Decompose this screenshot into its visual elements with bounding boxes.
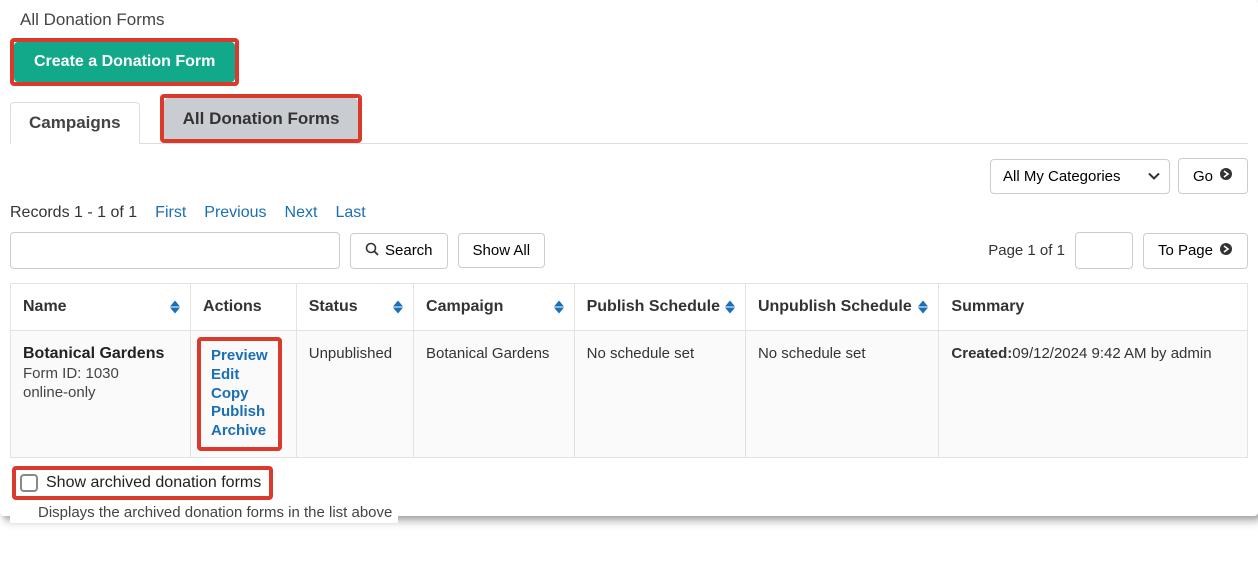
form-id: Form ID: 1030	[23, 365, 178, 382]
show-archived-checkbox[interactable]	[20, 474, 38, 492]
show-all-button[interactable]: Show All	[458, 233, 546, 268]
sort-icon	[393, 301, 403, 314]
records-count: Records 1 - 1 of 1	[10, 204, 137, 222]
arrow-circle-right-icon	[1219, 242, 1233, 260]
col-actions-label: Actions	[203, 298, 262, 315]
highlight-create: Create a Donation Form	[10, 38, 239, 86]
cell-campaign: Botanical Gardens	[414, 331, 575, 458]
pager-last[interactable]: Last	[335, 204, 365, 222]
pager-previous[interactable]: Previous	[204, 204, 266, 222]
form-name: Botanical Gardens	[23, 345, 178, 363]
col-status[interactable]: Status	[296, 284, 413, 331]
arrow-circle-right-icon	[1219, 167, 1233, 185]
col-unpublish[interactable]: Unpublish Schedule	[745, 284, 938, 331]
col-actions: Actions	[191, 284, 297, 331]
col-name[interactable]: Name	[11, 284, 191, 331]
to-page-label: To Page	[1158, 242, 1213, 259]
col-unpublish-label: Unpublish Schedule	[758, 298, 912, 315]
search-icon	[365, 242, 379, 260]
pager-first[interactable]: First	[155, 204, 186, 222]
tabs: Campaigns All Donation Forms	[10, 94, 1248, 144]
cell-summary: Created:09/12/2024 9:42 AM by admin	[939, 331, 1248, 458]
highlight-show-archived: Show archived donation forms	[12, 466, 273, 500]
col-summary: Summary	[939, 284, 1248, 331]
show-archived-desc: Displays the archived donation forms in …	[38, 504, 392, 521]
page-info: Page 1 of 1	[988, 242, 1065, 259]
search-button[interactable]: Search	[350, 233, 448, 269]
col-name-label: Name	[23, 298, 67, 315]
table-row: Botanical Gardens Form ID: 1030 online-o…	[11, 331, 1248, 458]
tab-all-donation-forms[interactable]: All Donation Forms	[164, 98, 359, 139]
category-select[interactable]: All My Categories	[990, 159, 1170, 194]
col-campaign[interactable]: Campaign	[414, 284, 575, 331]
sort-icon	[725, 301, 735, 314]
action-archive[interactable]: Archive	[211, 422, 268, 441]
search-input[interactable]	[10, 232, 340, 269]
cell-status: Unpublished	[296, 331, 413, 458]
tab-campaigns[interactable]: Campaigns	[10, 102, 140, 144]
col-summary-label: Summary	[951, 298, 1024, 315]
col-publish-label: Publish Schedule	[587, 298, 720, 315]
form-channel: online-only	[23, 384, 178, 401]
sort-icon	[554, 301, 564, 314]
pager-next[interactable]: Next	[285, 204, 318, 222]
show-archived-label: Show archived donation forms	[46, 474, 261, 492]
col-status-label: Status	[309, 298, 358, 315]
summary-label: Created:	[951, 345, 1012, 362]
page-heading: All Donation Forms	[20, 10, 1248, 30]
summary-value: 09/12/2024 9:42 AM by admin	[1012, 345, 1211, 362]
sort-icon	[170, 301, 180, 314]
create-donation-form-button[interactable]: Create a Donation Form	[14, 42, 235, 82]
action-preview[interactable]: Preview	[211, 347, 268, 366]
action-edit[interactable]: Edit	[211, 366, 268, 385]
go-button[interactable]: Go	[1178, 158, 1248, 194]
col-campaign-label: Campaign	[426, 298, 503, 315]
action-publish[interactable]: Publish	[211, 403, 268, 422]
highlight-actions: Preview Edit Copy Publish Archive	[197, 337, 282, 451]
highlight-tab-all-forms: All Donation Forms	[160, 94, 363, 143]
page-number-input[interactable]	[1075, 232, 1133, 269]
col-publish[interactable]: Publish Schedule	[574, 284, 745, 331]
to-page-button[interactable]: To Page	[1143, 233, 1248, 269]
sort-icon	[918, 301, 928, 314]
go-button-label: Go	[1193, 168, 1213, 185]
cell-publish-schedule: No schedule set	[574, 331, 745, 458]
donation-forms-table: Name Actions Status Campaign	[10, 283, 1248, 458]
action-copy[interactable]: Copy	[211, 385, 268, 404]
search-button-label: Search	[385, 242, 433, 259]
cell-unpublish-schedule: No schedule set	[745, 331, 938, 458]
